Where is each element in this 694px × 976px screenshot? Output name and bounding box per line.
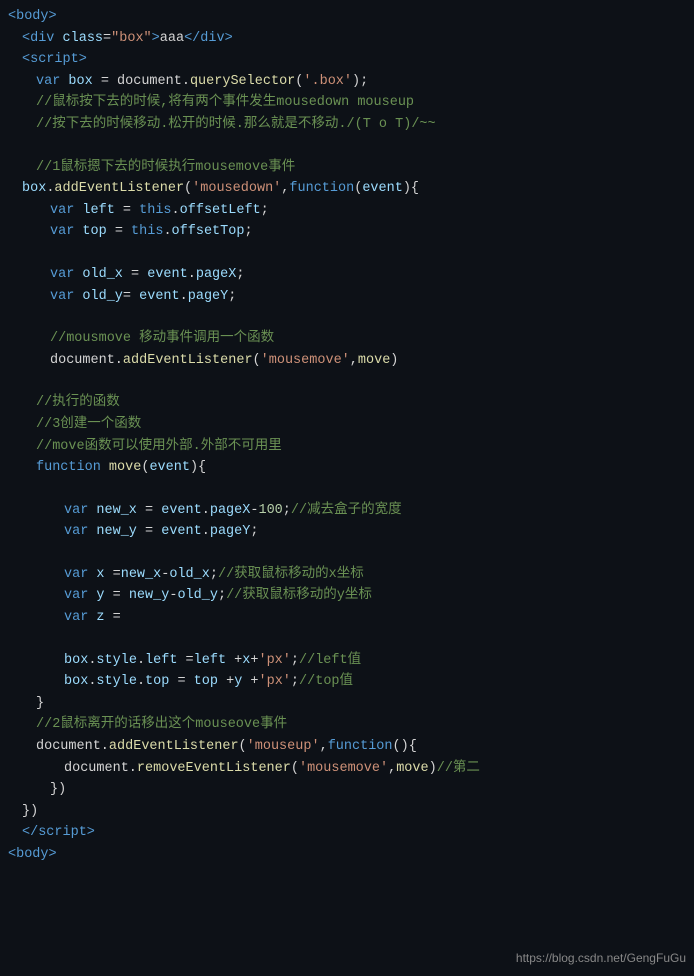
code-line: document. addEventListener ( 'mouseup' ,… <box>0 736 694 758</box>
code-line-empty <box>0 136 694 157</box>
code-line: //3创建一个函数 <box>0 414 694 436</box>
code-line: <body> <box>0 844 694 866</box>
code-line: box . style . top = top + y + 'px' ; //t… <box>0 671 694 693</box>
code-line: var new_x = event . pageX - 100 ; //减去盒子… <box>0 500 694 522</box>
code-line-empty <box>0 371 694 392</box>
attr-val-box: "box" <box>111 28 152 50</box>
code-line-empty <box>0 543 694 564</box>
code-line: var old_x = event . pageX ; <box>0 264 694 286</box>
code-line: </script> <box>0 822 694 844</box>
code-line: document. addEventListener ( 'mousemove'… <box>0 350 694 372</box>
code-line: var x = new_x - old_x ; //获取鼠标移动的x坐标 <box>0 564 694 586</box>
tag-body-close: <body> <box>8 844 57 866</box>
code-line: <div class = "box" > aaa </div> <box>0 28 694 50</box>
code-editor: <body> <div class = "box" > aaa </div> <… <box>0 0 694 976</box>
code-line: }) <box>0 779 694 801</box>
code-line: var top = this . offsetTop ; <box>0 221 694 243</box>
code-line: <body> <box>0 6 694 28</box>
tag-script-close: </script> <box>22 822 95 844</box>
code-line-empty <box>0 243 694 264</box>
code-line: var z = <box>0 607 694 629</box>
watermark: https://blog.csdn.net/GengFuGu <box>516 949 686 968</box>
code-line: }) <box>0 801 694 823</box>
code-line: //move函数可以使用外部.外部不可用里 <box>0 436 694 458</box>
code-line: //2鼠标离开的话移出这个mouseove事件 <box>0 714 694 736</box>
attr-class: class <box>63 28 104 50</box>
code-line: //1鼠标摁下去的时候执行mousemove事件 <box>0 157 694 179</box>
code-line: //按下去的时候移动.松开的时候.那么就是不移动./(T o T)/~~ <box>0 114 694 136</box>
code-line: <script> <box>0 49 694 71</box>
code-line-empty <box>0 307 694 328</box>
code-line: var left = this . offsetLeft ; <box>0 200 694 222</box>
code-line: box . addEventListener ( 'mousedown' , f… <box>0 178 694 200</box>
code-line: var old_y = event . pageY ; <box>0 286 694 308</box>
code-line: document. removeEventListener ( 'mousemo… <box>0 758 694 780</box>
tag-div-open: <div <box>22 28 63 50</box>
code-line: var y = new_y - old_y ; //获取鼠标移动的y坐标 <box>0 585 694 607</box>
code-line: var box = document. querySelector ( '.bo… <box>0 71 694 93</box>
tag-script-open: <script> <box>22 49 87 71</box>
code-line: //鼠标按下去的时候,将有两个事件发生mousedown mouseup <box>0 92 694 114</box>
code-line: //mousmove 移动事件调用一个函数 <box>0 328 694 350</box>
code-line: //执行的函数 <box>0 392 694 414</box>
code-line: function move ( event ){ <box>0 457 694 479</box>
tag-body-open: <body> <box>8 6 57 28</box>
code-line-empty <box>0 629 694 650</box>
code-line: } <box>0 693 694 715</box>
code-line: var new_y = event . pageY ; <box>0 521 694 543</box>
code-line-empty <box>0 479 694 500</box>
code-line: box . style . left = left + x + 'px' ; /… <box>0 650 694 672</box>
